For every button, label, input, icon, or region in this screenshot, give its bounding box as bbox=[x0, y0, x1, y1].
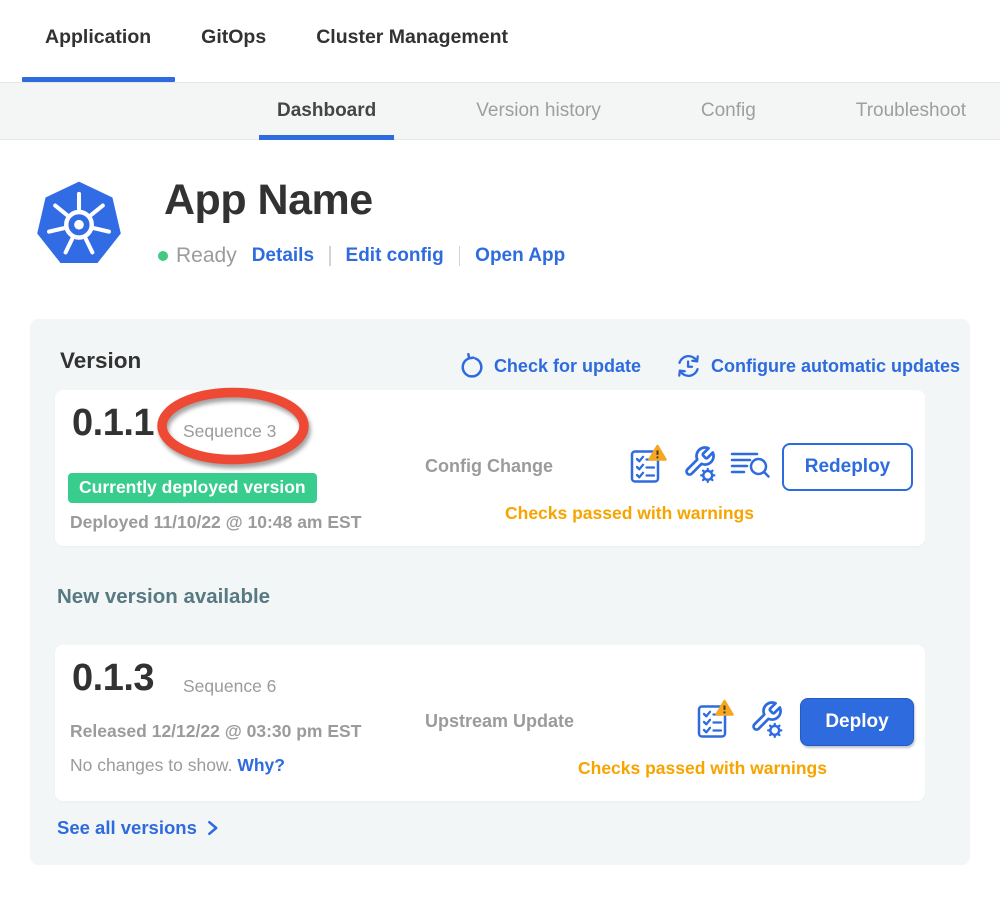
tab-config-label: Config bbox=[701, 100, 756, 122]
page-title: App Name bbox=[164, 176, 373, 225]
no-changes-row: No changes to show. Why? bbox=[70, 755, 285, 776]
ready-status-label: Ready bbox=[176, 244, 237, 268]
no-changes-text: No changes to show. bbox=[70, 755, 232, 775]
kubernetes-logo-icon bbox=[35, 177, 123, 269]
details-link[interactable]: Details bbox=[252, 245, 314, 267]
nav-item-gitops[interactable]: GitOps bbox=[201, 0, 266, 82]
nav-item-gitops-label: GitOps bbox=[201, 26, 266, 49]
open-app-link[interactable]: Open App bbox=[475, 245, 565, 267]
tab-dashboard-label: Dashboard bbox=[277, 100, 376, 122]
edit-config-wrench-gear-icon[interactable] bbox=[747, 699, 784, 739]
currently-deployed-badge: Currently deployed version bbox=[68, 473, 317, 503]
view-diff-search-icon[interactable] bbox=[730, 447, 771, 481]
tab-version-history[interactable]: Version history bbox=[476, 83, 601, 139]
deployed-version-card: 0.1.1 Sequence 3 Currently deployed vers… bbox=[55, 390, 925, 546]
deployed-version-number: 0.1.1 bbox=[72, 402, 154, 445]
app-screen: Application GitOps Cluster Management Da… bbox=[0, 0, 1000, 898]
nav-item-application[interactable]: Application bbox=[45, 0, 151, 82]
configure-automatic-updates-button[interactable]: Configure automatic updates bbox=[675, 352, 960, 380]
link-divider bbox=[459, 246, 461, 266]
deployed-version-action-icons bbox=[630, 444, 771, 484]
edit-config-link[interactable]: Edit config bbox=[346, 245, 444, 267]
link-divider bbox=[329, 246, 331, 266]
app-tab-bar: Dashboard Version history Config Trouble… bbox=[0, 82, 1000, 140]
checks-status-text: Checks passed with warnings bbox=[578, 758, 827, 779]
see-all-versions-link[interactable]: See all versions bbox=[57, 817, 221, 839]
deployed-version-sequence: Sequence 3 bbox=[183, 421, 276, 442]
check-for-update-label: Check for update bbox=[494, 356, 641, 377]
nav-item-cluster-management-label: Cluster Management bbox=[316, 26, 508, 49]
version-source-type: Upstream Update bbox=[425, 711, 574, 732]
chevron-right-icon bbox=[204, 819, 221, 837]
tab-config[interactable]: Config bbox=[701, 83, 756, 139]
refresh-icon bbox=[459, 353, 485, 380]
app-status: Ready bbox=[158, 244, 237, 268]
tab-troubleshoot[interactable]: Troubleshoot bbox=[856, 83, 966, 139]
primary-nav: Application GitOps Cluster Management bbox=[0, 0, 1000, 82]
ready-status-dot bbox=[158, 251, 168, 261]
deployed-timestamp: Deployed 11/10/22 @ 10:48 am EST bbox=[70, 512, 361, 533]
available-version-card: 0.1.3 Sequence 6 Released 12/12/22 @ 03:… bbox=[55, 645, 925, 801]
nav-item-application-label: Application bbox=[45, 26, 151, 49]
version-panel-actions: Check for update Configure automatic upd… bbox=[459, 352, 960, 380]
edit-config-wrench-gear-icon[interactable] bbox=[680, 444, 717, 484]
tab-version-history-label: Version history bbox=[476, 100, 601, 122]
clock-refresh-icon bbox=[675, 352, 702, 380]
preflight-checks-warning-icon[interactable] bbox=[630, 444, 667, 484]
why-link[interactable]: Why? bbox=[237, 755, 285, 775]
new-version-available-heading: New version available bbox=[57, 585, 270, 609]
see-all-versions-label: See all versions bbox=[57, 817, 197, 839]
version-heading: Version bbox=[60, 348, 141, 374]
checks-status-text: Checks passed with warnings bbox=[505, 503, 754, 524]
preflight-checks-warning-icon[interactable] bbox=[697, 699, 734, 739]
redeploy-button[interactable]: Redeploy bbox=[782, 443, 913, 491]
deploy-button[interactable]: Deploy bbox=[800, 698, 914, 746]
available-version-action-icons bbox=[697, 699, 784, 739]
available-version-sequence: Sequence 6 bbox=[183, 676, 276, 697]
version-panel: Version Check for update Configure autom… bbox=[30, 319, 970, 865]
tab-troubleshoot-label: Troubleshoot bbox=[856, 100, 966, 122]
configure-automatic-updates-label: Configure automatic updates bbox=[711, 356, 960, 377]
nav-item-cluster-management[interactable]: Cluster Management bbox=[316, 0, 508, 82]
check-for-update-button[interactable]: Check for update bbox=[459, 353, 641, 380]
version-source-type: Config Change bbox=[425, 456, 553, 477]
tab-dashboard[interactable]: Dashboard bbox=[277, 83, 376, 139]
available-version-number: 0.1.3 bbox=[72, 657, 154, 700]
active-tab-underline bbox=[259, 135, 394, 140]
released-timestamp: Released 12/12/22 @ 03:30 pm EST bbox=[70, 721, 361, 742]
app-status-row: Ready Details Edit config Open App bbox=[158, 244, 565, 268]
